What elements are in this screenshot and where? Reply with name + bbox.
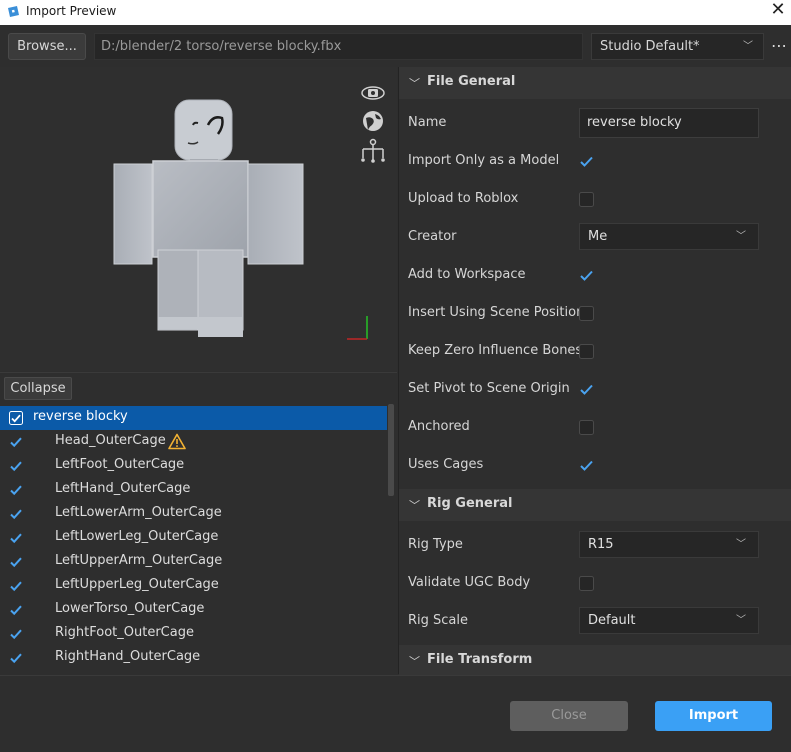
anchored-checkbox[interactable] xyxy=(579,420,594,435)
uses-cages-checkbox[interactable] xyxy=(579,458,594,473)
tree-item[interactable]: RightFoot_OuterCage xyxy=(0,622,387,646)
chevron-down-icon: ﹀ xyxy=(743,41,753,52)
tree-item[interactable]: LeftUpperLeg_OuterCage xyxy=(0,574,387,598)
tree-item[interactable]: LeftUpperArm_OuterCage xyxy=(0,550,387,574)
title-bar: Import Preview ✕ xyxy=(0,0,791,25)
checkbox-checked-icon[interactable] xyxy=(9,483,23,497)
checkbox-checked-icon[interactable] xyxy=(9,651,23,665)
anchored-label: Anchored xyxy=(408,419,470,434)
tree-item-label: reverse blocky xyxy=(33,409,128,424)
upload-to-roblox-label: Upload to Roblox xyxy=(408,191,519,206)
rig-icon[interactable] xyxy=(360,138,386,164)
preset-value: Studio Default* xyxy=(600,39,700,54)
section-file-transform[interactable]: ﹀ File Transform xyxy=(399,645,791,677)
rig-scale-label: Rig Scale xyxy=(408,613,469,628)
creator-dropdown[interactable]: Me ﹀ xyxy=(579,223,759,250)
roblox-studio-logo-icon xyxy=(8,6,19,17)
rig-scale-value: Default xyxy=(588,613,636,628)
preset-dropdown[interactable]: Studio Default* ﹀ xyxy=(591,33,764,60)
browse-button[interactable]: Browse... xyxy=(8,33,86,60)
tree-item[interactable]: LeftFoot_OuterCage xyxy=(0,454,387,478)
tree-item-label: LeftUpperArm_OuterCage xyxy=(55,553,223,568)
checkbox-checked-icon[interactable] xyxy=(9,459,23,473)
rig-type-value: R15 xyxy=(588,537,614,552)
import-only-model-checkbox[interactable] xyxy=(579,154,594,169)
section-file-general[interactable]: ﹀ File General xyxy=(399,67,791,99)
add-to-workspace-checkbox[interactable] xyxy=(579,268,594,283)
name-input[interactable]: reverse blocky xyxy=(579,108,759,138)
checkbox-checked-icon[interactable] xyxy=(9,555,23,569)
checkbox-checked-icon[interactable] xyxy=(9,531,23,545)
creator-value: Me xyxy=(588,229,608,244)
upload-to-roblox-checkbox[interactable] xyxy=(579,192,594,207)
model-preview xyxy=(113,99,368,340)
tree-item[interactable]: Head_OuterCage xyxy=(0,430,387,454)
checkbox-checked-icon[interactable] xyxy=(9,579,23,593)
tree-toolbar: Collapse xyxy=(0,372,397,402)
tree-item-label: RightFoot_OuterCage xyxy=(55,625,194,640)
checkbox-checked-icon[interactable] xyxy=(9,603,23,617)
file-path-field[interactable]: D:/blender/2 torso/reverse blocky.fbx xyxy=(94,33,583,60)
tree-item-label: LeftHand_OuterCage xyxy=(55,481,191,496)
tree-item[interactable]: LeftHand_OuterCage xyxy=(0,478,387,502)
tree-item[interactable]: LeftLowerArm_OuterCage xyxy=(0,502,387,526)
tree-item[interactable]: RightHand_OuterCage xyxy=(0,646,387,670)
rig-scale-dropdown[interactable]: Default ﹀ xyxy=(579,607,759,634)
tree-item[interactable]: LeftLowerLeg_OuterCage xyxy=(0,526,387,550)
tree-item-label: Head_OuterCage xyxy=(55,433,166,448)
window-title: Import Preview xyxy=(26,4,117,18)
keep-zero-influence-checkbox[interactable] xyxy=(579,344,594,359)
chevron-down-icon: ﹀ xyxy=(409,77,420,90)
insert-scene-position-label: Insert Using Scene Position xyxy=(408,305,585,320)
checkbox-checked-icon[interactable] xyxy=(9,507,23,521)
section-title: File General xyxy=(427,74,516,89)
section-rig-general[interactable]: ﹀ Rig General xyxy=(399,489,791,521)
rig-type-dropdown[interactable]: R15 ﹀ xyxy=(579,531,759,558)
checkbox-checked-icon[interactable] xyxy=(9,411,23,425)
properties-panel: ﹀ File General Name reverse blocky Impor… xyxy=(398,67,791,677)
tree-item-label: LeftLowerLeg_OuterCage xyxy=(55,529,219,544)
keep-zero-influence-label: Keep Zero Influence Bones xyxy=(408,343,583,358)
tree-item-label: LeftUpperLeg_OuterCage xyxy=(55,577,219,592)
tree-scrollbar[interactable] xyxy=(388,404,394,496)
creator-label: Creator xyxy=(408,229,457,244)
set-pivot-label: Set Pivot to Scene Origin xyxy=(408,381,570,396)
toolbar: Browse... D:/blender/2 torso/reverse blo… xyxy=(0,25,791,67)
tree-item-root[interactable]: reverse blocky xyxy=(0,406,387,430)
more-options-icon[interactable]: ⋯ xyxy=(770,33,788,60)
tree-item-label: LeftLowerArm_OuterCage xyxy=(55,505,222,520)
tree-item-label: RightHand_OuterCage xyxy=(55,649,201,664)
chevron-down-icon: ﹀ xyxy=(409,655,420,668)
checkbox-checked-icon[interactable] xyxy=(9,627,23,641)
dialog-footer: Close Import xyxy=(0,675,791,752)
set-pivot-checkbox[interactable] xyxy=(579,382,594,397)
insert-scene-position-checkbox[interactable] xyxy=(579,306,594,321)
close-button[interactable]: Close xyxy=(510,701,628,731)
uses-cages-label: Uses Cages xyxy=(408,457,484,472)
tree-item-label: LeftFoot_OuterCage xyxy=(55,457,185,472)
rig-type-label: Rig Type xyxy=(408,537,463,552)
close-icon[interactable]: ✕ xyxy=(767,0,789,22)
rotate-camera-icon[interactable] xyxy=(360,80,386,106)
chevron-down-icon: ﹀ xyxy=(736,615,746,626)
globe-icon[interactable] xyxy=(360,108,386,134)
import-button[interactable]: Import xyxy=(655,701,772,731)
checkbox-checked-icon[interactable] xyxy=(9,435,23,449)
validate-ugc-checkbox[interactable] xyxy=(579,576,594,591)
collapse-button[interactable]: Collapse xyxy=(4,377,72,400)
model-viewport[interactable] xyxy=(0,67,397,371)
add-to-workspace-label: Add to Workspace xyxy=(408,267,526,282)
tree-item[interactable]: LowerTorso_OuterCage xyxy=(0,598,387,622)
chevron-down-icon: ﹀ xyxy=(736,539,746,550)
warning-icon[interactable] xyxy=(168,433,186,450)
section-title: File Transform xyxy=(427,652,533,667)
chevron-down-icon: ﹀ xyxy=(736,231,746,242)
name-label: Name xyxy=(408,115,447,130)
section-title: Rig General xyxy=(427,496,513,511)
hierarchy-tree[interactable]: reverse blocky Head_OuterCage LeftFoot_O… xyxy=(0,404,397,674)
chevron-down-icon: ﹀ xyxy=(409,499,420,512)
import-only-model-label: Import Only as a Model xyxy=(408,153,560,168)
validate-ugc-label: Validate UGC Body xyxy=(408,575,531,590)
tree-item-label: LowerTorso_OuterCage xyxy=(55,601,205,616)
